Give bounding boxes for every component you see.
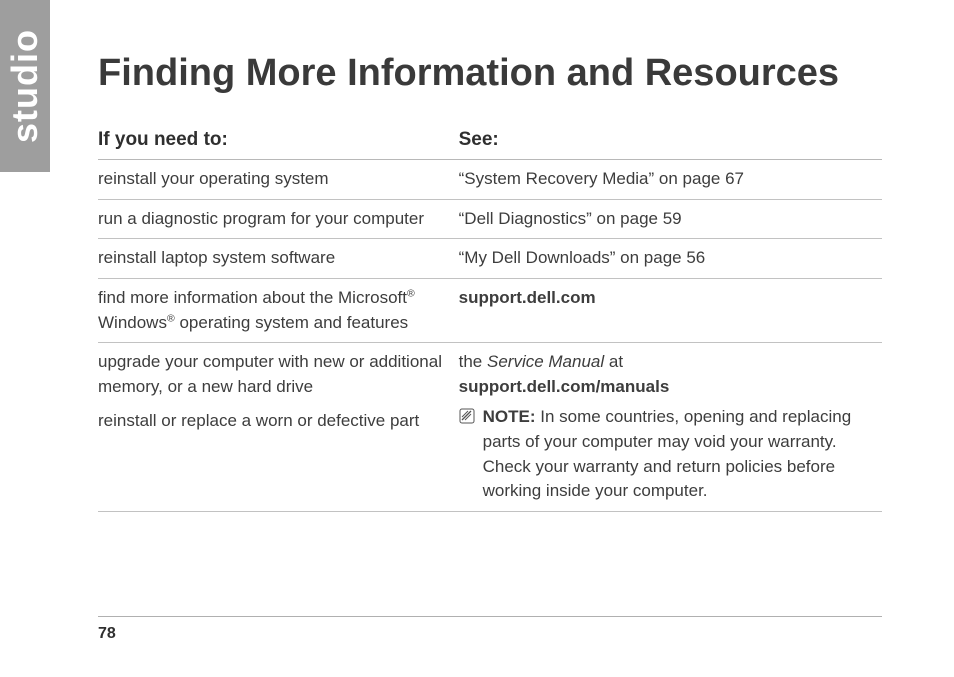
table-row: find more information about the Microsof… [98,278,882,342]
note-label: NOTE: [483,407,536,426]
see-cell: the Service Manual at support.dell.com/m… [459,343,882,511]
table-row: reinstall laptop system software “My Del… [98,239,882,279]
table-row: run a diagnostic program for your comput… [98,199,882,239]
text: the [459,352,487,371]
need-line: reinstall or replace a worn or defective… [98,409,451,434]
rule [98,511,459,512]
see-link: support.dell.com/manuals [459,375,874,400]
see-cell: “My Dell Downloads” on page 56 [459,239,882,279]
header-need: If you need to: [98,123,459,160]
table-header-row: If you need to: See: [98,123,882,160]
note-block: NOTE: In some countries, opening and rep… [459,405,874,504]
text: find more information about the Microsof… [98,288,407,307]
page-content: Finding More Information and Resources I… [98,52,882,512]
table-row: reinstall your operating system “System … [98,160,882,200]
see-line: the Service Manual at [459,350,874,375]
header-see: See: [459,123,882,160]
side-tab-label: studio [4,29,46,143]
service-manual: Service Manual [487,352,604,371]
resources-table: If you need to: See: reinstall your oper… [98,123,882,512]
need-cell: reinstall your operating system [98,160,459,200]
need-cell: reinstall laptop system software [98,239,459,279]
see-cell: support.dell.com [459,278,882,342]
registered-mark: ® [407,287,415,299]
registered-mark: ® [167,312,175,324]
need-cell: find more information about the Microsof… [98,278,459,342]
see-link: support.dell.com [459,288,596,307]
text: operating system and features [175,313,408,332]
page-title: Finding More Information and Resources [98,52,882,95]
note-text: NOTE: In some countries, opening and rep… [483,405,874,504]
table-row [98,511,882,512]
need-cell: run a diagnostic program for your comput… [98,199,459,239]
see-cell: “System Recovery Media” on page 67 [459,160,882,200]
note-body: In some countries, opening and replacing… [483,407,852,500]
need-cell: upgrade your computer with new or additi… [98,343,459,511]
text: Windows [98,313,167,332]
see-cell: “Dell Diagnostics” on page 59 [459,199,882,239]
side-tab: studio [0,0,50,172]
page-number: 78 [98,625,116,643]
rule [459,511,882,512]
text: at [604,352,623,371]
note-icon [459,407,475,432]
table-row: upgrade your computer with new or additi… [98,343,882,511]
footer-rule [98,616,882,617]
need-line: upgrade your computer with new or additi… [98,350,451,399]
